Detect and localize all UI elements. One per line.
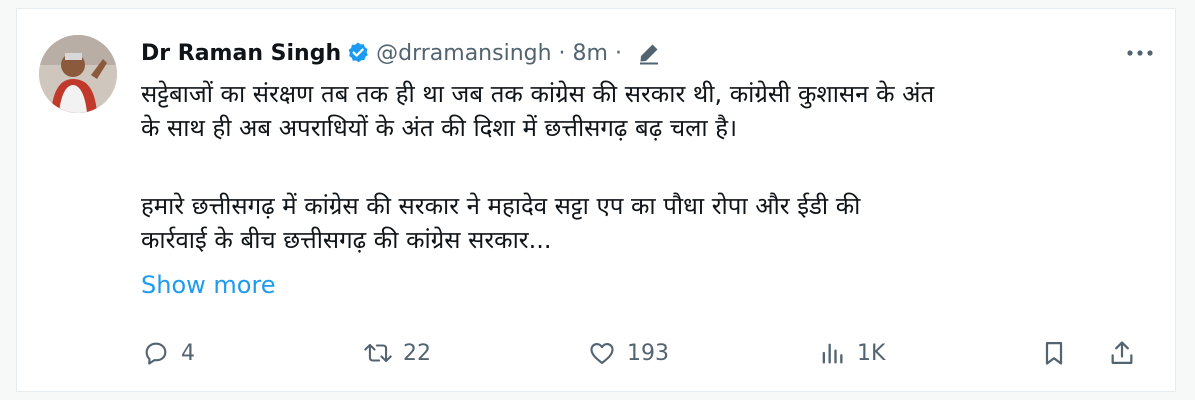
tweet-text-line: कार्रवाई के बीच छत्तीसगढ़ की कांग्रेस सर…	[141, 226, 552, 254]
more-options-icon[interactable]	[1123, 39, 1157, 67]
show-more-link[interactable]: Show more	[141, 271, 276, 299]
edited-pencil-icon[interactable]	[637, 41, 661, 65]
avatar-image	[39, 35, 117, 113]
author-name[interactable]: Dr Raman Singh	[141, 41, 341, 66]
share-icon	[1107, 338, 1137, 368]
views-button[interactable]: 1K	[817, 337, 885, 369]
views-count: 1K	[857, 340, 886, 366]
verified-badge-icon	[346, 41, 370, 65]
author-handle[interactable]: @drramansingh	[376, 41, 551, 66]
tweet-text-line: के साथ ही अब अपराधियों के अंत की दिशा मे…	[141, 114, 738, 142]
tweet-action-bar: 4 22 193 1K	[141, 337, 1151, 369]
tweet-card[interactable]: Dr Raman Singh @drramansingh · 8m · सट्ट…	[16, 8, 1176, 392]
tweet-text: सट्टेबाजों का संरक्षण तब तक ही था जब तक …	[141, 77, 1151, 257]
heart-icon	[587, 338, 617, 368]
share-button[interactable]	[1107, 337, 1137, 369]
like-count: 193	[627, 340, 669, 366]
separator-dot: ·	[558, 40, 566, 66]
tweet-text-line: सट्टेबाजों का संरक्षण तब तक ही था जब तक …	[141, 80, 935, 108]
retweet-count: 22	[403, 340, 431, 366]
bookmark-icon	[1039, 338, 1069, 368]
bookmark-button[interactable]	[1039, 337, 1069, 369]
tweet-text-line: हमारे छत्तीसगढ़ में कांग्रेस की सरकार ने…	[141, 192, 861, 220]
views-icon	[817, 338, 847, 368]
tweet-timestamp[interactable]: 8m	[573, 41, 608, 66]
reply-button[interactable]: 4	[141, 337, 195, 369]
retweet-button[interactable]: 22	[363, 337, 431, 369]
tweet-header: Dr Raman Singh @drramansingh · 8m ·	[141, 37, 661, 69]
reply-icon	[141, 338, 171, 368]
avatar[interactable]	[39, 35, 117, 113]
retweet-icon	[363, 338, 393, 368]
reply-count: 4	[181, 340, 195, 366]
separator-dot: ·	[614, 40, 622, 66]
like-button[interactable]: 193	[587, 337, 669, 369]
